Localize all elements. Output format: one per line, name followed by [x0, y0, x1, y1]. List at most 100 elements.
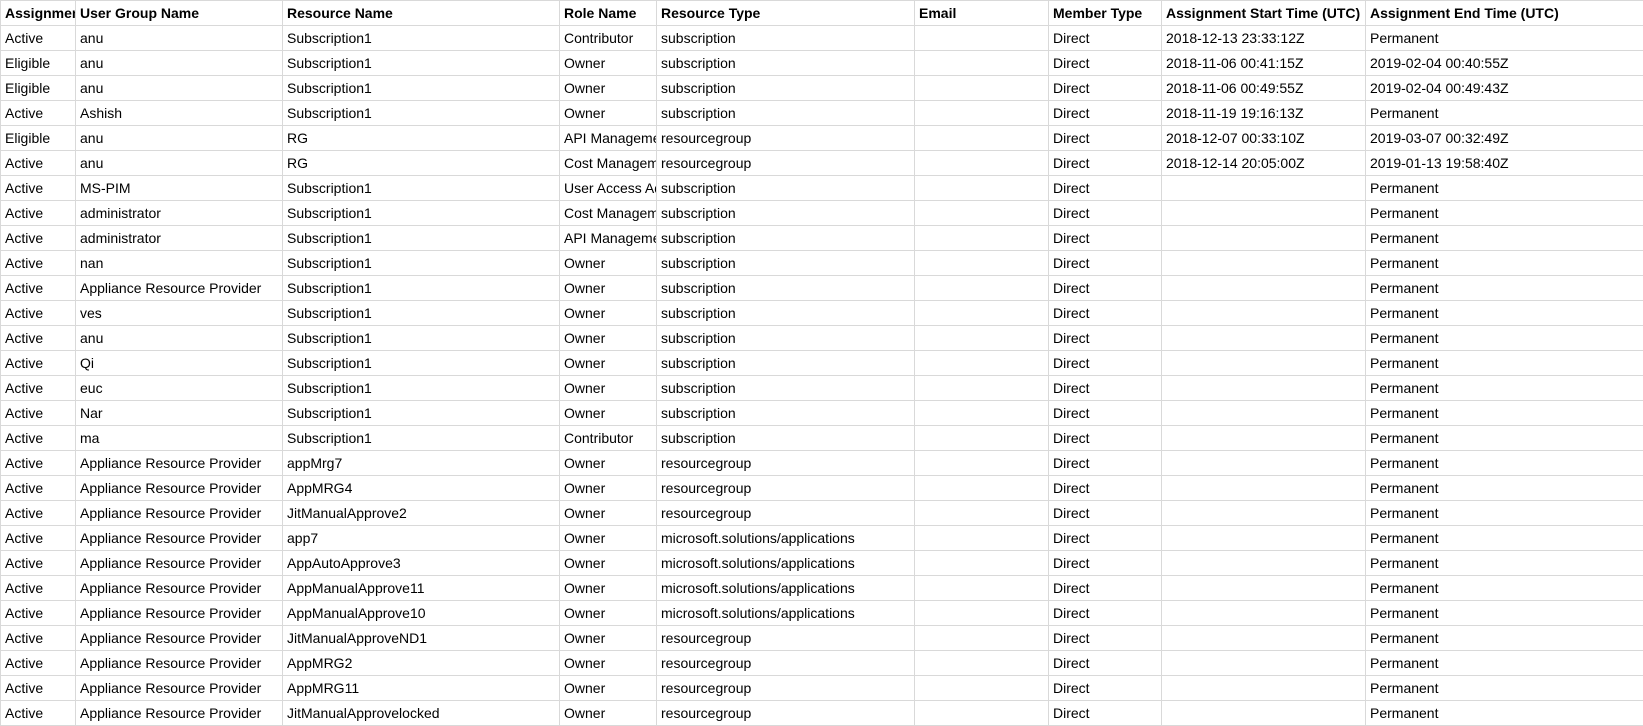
cell-resource-type[interactable]: resourcegroup — [657, 126, 915, 151]
col-role[interactable]: Role Name — [560, 1, 657, 26]
cell-email[interactable] — [915, 601, 1049, 626]
table-row[interactable]: ActiveAppliance Resource ProviderAppAuto… — [1, 551, 1643, 576]
cell-email[interactable] — [915, 301, 1049, 326]
cell-start-time[interactable] — [1162, 626, 1366, 651]
cell-email[interactable] — [915, 526, 1049, 551]
cell-resource[interactable]: Subscription1 — [283, 426, 560, 451]
cell-assignment[interactable]: Active — [1, 426, 76, 451]
cell-user-group[interactable]: euc — [76, 376, 283, 401]
col-email[interactable]: Email — [915, 1, 1049, 26]
cell-start-time[interactable] — [1162, 601, 1366, 626]
cell-resource-type[interactable]: resourcegroup — [657, 501, 915, 526]
table-row[interactable]: ActiveadministratorSubscription1Cost Man… — [1, 201, 1643, 226]
table-row[interactable]: ActivevesSubscription1OwnersubscriptionD… — [1, 301, 1643, 326]
cell-resource[interactable]: JitManualApproveND1 — [283, 626, 560, 651]
cell-assignment[interactable]: Active — [1, 551, 76, 576]
cell-assignment[interactable]: Active — [1, 526, 76, 551]
cell-email[interactable] — [915, 651, 1049, 676]
cell-assignment[interactable]: Active — [1, 226, 76, 251]
cell-resource-type[interactable]: resourcegroup — [657, 451, 915, 476]
cell-member-type[interactable]: Direct — [1049, 276, 1162, 301]
cell-end-time[interactable]: Permanent — [1366, 401, 1643, 426]
col-member-type[interactable]: Member Type — [1049, 1, 1162, 26]
cell-member-type[interactable]: Direct — [1049, 626, 1162, 651]
cell-start-time[interactable] — [1162, 176, 1366, 201]
cell-user-group[interactable]: Nar — [76, 401, 283, 426]
cell-start-time[interactable] — [1162, 451, 1366, 476]
cell-resource[interactable]: Subscription1 — [283, 376, 560, 401]
cell-user-group[interactable]: anu — [76, 26, 283, 51]
cell-user-group[interactable]: Appliance Resource Provider — [76, 651, 283, 676]
cell-user-group[interactable]: anu — [76, 51, 283, 76]
cell-end-time[interactable]: Permanent — [1366, 626, 1643, 651]
cell-user-group[interactable]: Appliance Resource Provider — [76, 501, 283, 526]
cell-resource[interactable]: Subscription1 — [283, 251, 560, 276]
cell-role[interactable]: Cost Management — [560, 151, 657, 176]
cell-assignment[interactable]: Active — [1, 301, 76, 326]
cell-role[interactable]: Owner — [560, 326, 657, 351]
cell-member-type[interactable]: Direct — [1049, 601, 1162, 626]
cell-role[interactable]: Owner — [560, 276, 657, 301]
table-row[interactable]: ActiveAppliance Resource ProviderAppManu… — [1, 601, 1643, 626]
cell-member-type[interactable]: Direct — [1049, 176, 1162, 201]
cell-resource[interactable]: Subscription1 — [283, 201, 560, 226]
cell-member-type[interactable]: Direct — [1049, 51, 1162, 76]
cell-end-time[interactable]: Permanent — [1366, 26, 1643, 51]
cell-end-time[interactable]: Permanent — [1366, 651, 1643, 676]
cell-start-time[interactable] — [1162, 201, 1366, 226]
cell-assignment[interactable]: Active — [1, 151, 76, 176]
cell-resource-type[interactable]: subscription — [657, 176, 915, 201]
cell-resource-type[interactable]: resourcegroup — [657, 651, 915, 676]
cell-user-group[interactable]: Ashish — [76, 101, 283, 126]
cell-start-time[interactable] — [1162, 301, 1366, 326]
cell-resource-type[interactable]: resourcegroup — [657, 626, 915, 651]
cell-resource[interactable]: Subscription1 — [283, 326, 560, 351]
table-row[interactable]: EligibleanuSubscription1Ownersubscriptio… — [1, 76, 1643, 101]
cell-user-group[interactable]: administrator — [76, 226, 283, 251]
table-row[interactable]: ActivemaSubscription1Contributorsubscrip… — [1, 426, 1643, 451]
cell-role[interactable]: Owner — [560, 376, 657, 401]
cell-end-time[interactable]: 2019-01-13 19:58:40Z — [1366, 151, 1643, 176]
cell-resource-type[interactable]: subscription — [657, 426, 915, 451]
cell-role[interactable]: API Management — [560, 126, 657, 151]
cell-start-time[interactable]: 2018-12-13 23:33:12Z — [1162, 26, 1366, 51]
cell-start-time[interactable] — [1162, 226, 1366, 251]
cell-resource[interactable]: AppManualApprove10 — [283, 601, 560, 626]
cell-member-type[interactable]: Direct — [1049, 426, 1162, 451]
table-row[interactable]: ActiveadministratorSubscription1API Mana… — [1, 226, 1643, 251]
cell-resource-type[interactable]: resourcegroup — [657, 676, 915, 701]
cell-resource-type[interactable]: microsoft.solutions/applications — [657, 576, 915, 601]
cell-start-time[interactable] — [1162, 476, 1366, 501]
cell-end-time[interactable]: 2019-02-04 00:40:55Z — [1366, 51, 1643, 76]
cell-assignment[interactable]: Active — [1, 576, 76, 601]
cell-end-time[interactable]: Permanent — [1366, 326, 1643, 351]
cell-email[interactable] — [915, 26, 1049, 51]
cell-member-type[interactable]: Direct — [1049, 301, 1162, 326]
cell-resource-type[interactable]: subscription — [657, 276, 915, 301]
table-row[interactable]: ActivenanSubscription1OwnersubscriptionD… — [1, 251, 1643, 276]
cell-role[interactable]: Owner — [560, 626, 657, 651]
cell-end-time[interactable]: Permanent — [1366, 251, 1643, 276]
cell-resource[interactable]: Subscription1 — [283, 76, 560, 101]
cell-resource-type[interactable]: subscription — [657, 201, 915, 226]
cell-assignment[interactable]: Eligible — [1, 76, 76, 101]
cell-assignment[interactable]: Active — [1, 476, 76, 501]
cell-email[interactable] — [915, 151, 1049, 176]
col-start-time[interactable]: Assignment Start Time (UTC) — [1162, 1, 1366, 26]
cell-end-time[interactable]: Permanent — [1366, 351, 1643, 376]
cell-role[interactable]: Owner — [560, 76, 657, 101]
cell-role[interactable]: Owner — [560, 576, 657, 601]
cell-resource-type[interactable]: subscription — [657, 376, 915, 401]
cell-email[interactable] — [915, 426, 1049, 451]
cell-member-type[interactable]: Direct — [1049, 226, 1162, 251]
cell-member-type[interactable]: Direct — [1049, 126, 1162, 151]
table-row[interactable]: ActiveMS-PIMSubscription1User Access Adm… — [1, 176, 1643, 201]
cell-user-group[interactable]: Qi — [76, 351, 283, 376]
table-row[interactable]: ActiveeucSubscription1OwnersubscriptionD… — [1, 376, 1643, 401]
cell-start-time[interactable] — [1162, 326, 1366, 351]
cell-role[interactable]: Cost Management — [560, 201, 657, 226]
cell-start-time[interactable]: 2018-12-14 20:05:00Z — [1162, 151, 1366, 176]
table-row[interactable]: EligibleanuSubscription1Ownersubscriptio… — [1, 51, 1643, 76]
cell-user-group[interactable]: administrator — [76, 201, 283, 226]
col-assignment[interactable]: Assignment — [1, 1, 76, 26]
